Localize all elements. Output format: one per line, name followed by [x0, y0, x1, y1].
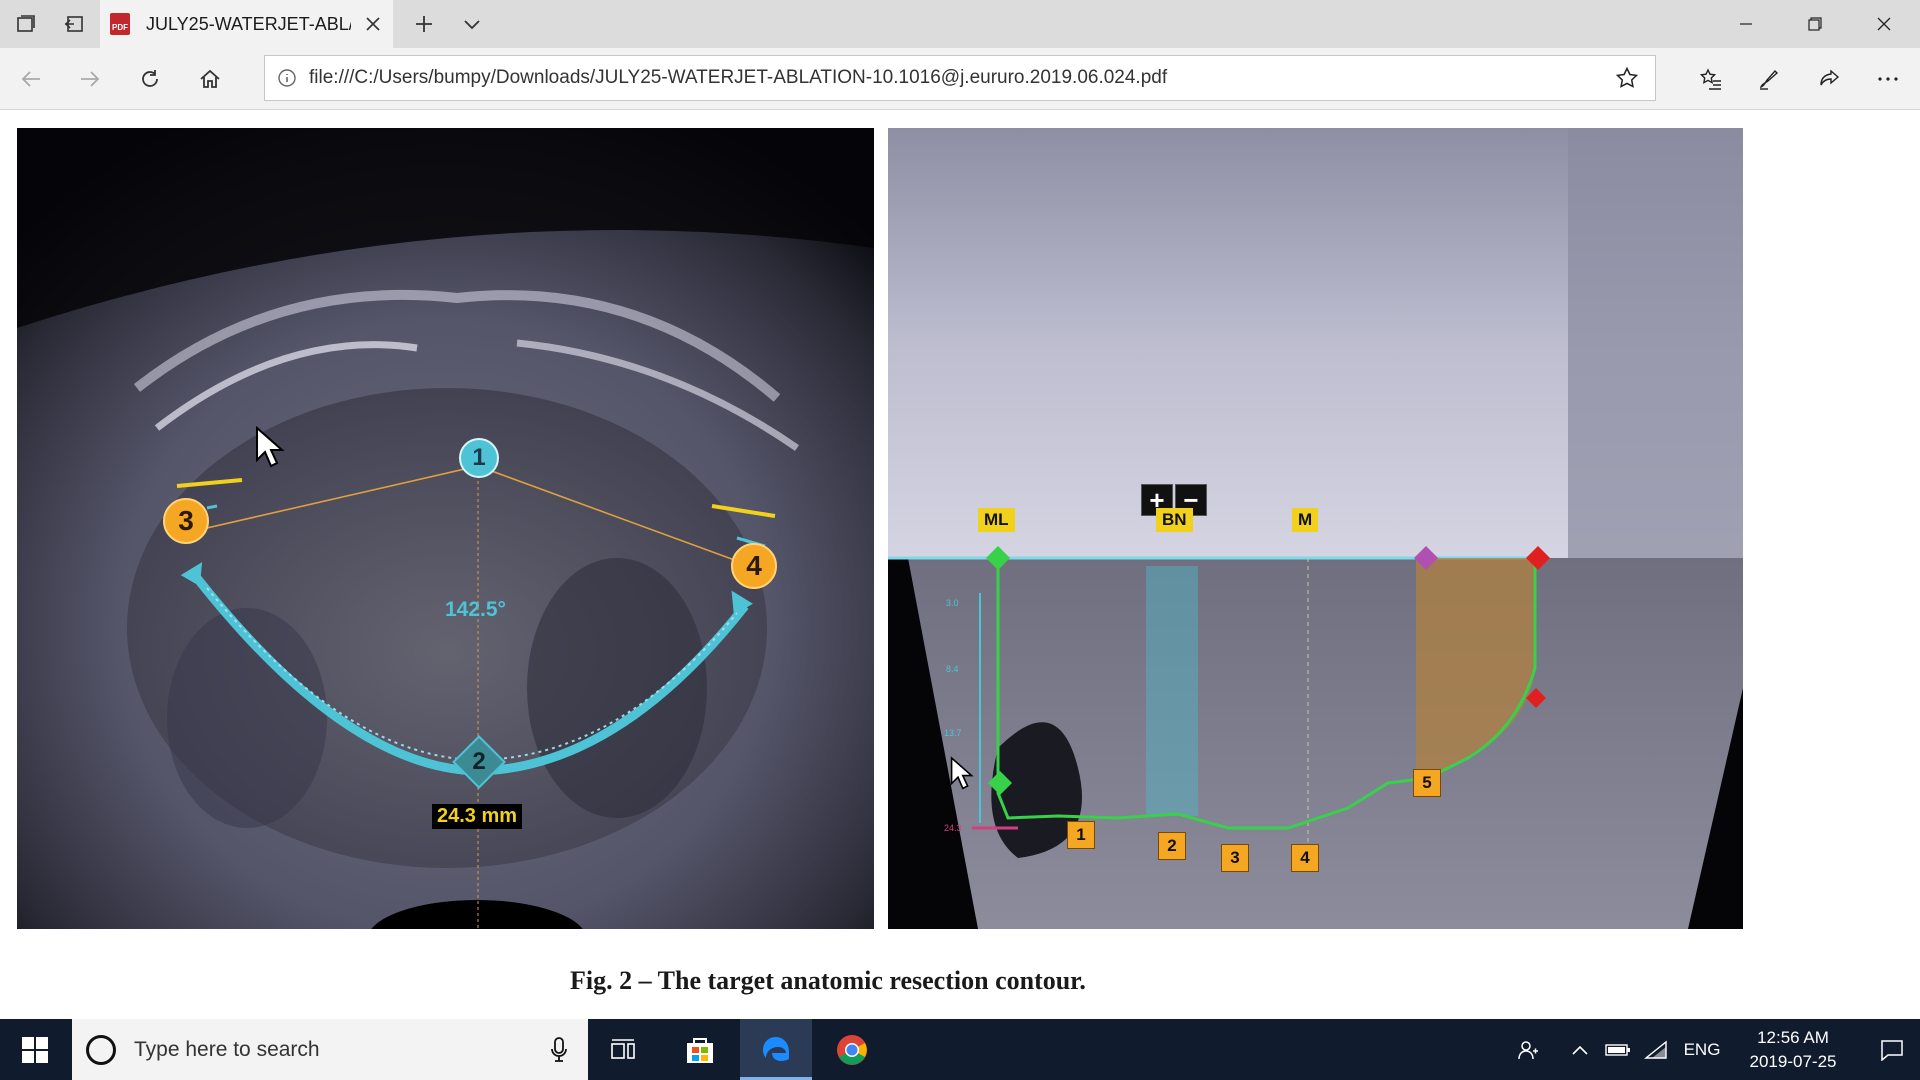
back-icon[interactable] [8, 56, 54, 102]
tab-close-icon[interactable] [361, 12, 385, 36]
ultrasound-sagittal-image: + − ML BN M 3.0 8.4 13.7 24.3 1 2 3 4 5 [888, 128, 1743, 929]
clock-time: 12:56 AM [1757, 1027, 1829, 1047]
marker-2: 2 [472, 748, 486, 775]
battery-icon[interactable] [1600, 1019, 1636, 1080]
step-marker-2: 2 [1158, 832, 1186, 860]
angle-label: 142.5° [445, 598, 506, 621]
taskbar-search-box[interactable]: Type here to search [72, 1019, 588, 1080]
chrome-icon[interactable] [816, 1019, 888, 1080]
tab-title: JULY25-WATERJET-ABL/ [146, 13, 351, 34]
action-center-icon[interactable] [1864, 1019, 1920, 1080]
minimize-icon[interactable] [1712, 0, 1780, 48]
forward-icon[interactable] [67, 56, 113, 102]
set-aside-tabs-icon[interactable] [50, 0, 98, 48]
taskbar: Type here to search ENG 12:56 AM 2019-07… [0, 1019, 1920, 1080]
label-bn: BN [1156, 508, 1193, 532]
title-bar: PDF JULY25-WATERJET-ABL/ [0, 0, 1920, 48]
scale-tick: 13.7 [944, 728, 962, 738]
clock[interactable]: 12:56 AM 2019-07-25 [1728, 1019, 1858, 1080]
scale-tick: 3.0 [946, 598, 959, 608]
favorites-list-icon[interactable] [1688, 56, 1734, 102]
ultrasound-transverse-image: 1 3 4 2 142.5° 24.3 mm [17, 128, 874, 929]
url-text[interactable]: file:///C:/Users/bumpy/Downloads/JULY25-… [309, 67, 1599, 89]
mouse-pointer-icon [256, 426, 285, 468]
pdf-viewer[interactable]: 1 3 4 2 142.5° 24.3 mm + − ML BN M 3.0 8… [0, 111, 1920, 1019]
distance-label: 24.3 mm [432, 804, 523, 829]
figure-caption: Fig. 2 – The target anatomic resection c… [570, 966, 1086, 995]
pdf-icon: PDF [110, 13, 130, 35]
info-icon[interactable] [265, 56, 309, 100]
restore-icon[interactable] [1781, 0, 1849, 48]
step-marker-4: 4 [1291, 844, 1319, 872]
step-marker-1: 1 [1067, 821, 1095, 849]
address-bar[interactable]: file:///C:/Users/bumpy/Downloads/JULY25-… [264, 55, 1656, 101]
marker-3: 3 [163, 498, 209, 544]
marker-1: 1 [459, 438, 499, 478]
search-placeholder: Type here to search [134, 1037, 320, 1061]
microphone-icon[interactable] [550, 1037, 568, 1063]
label-m: M [1292, 508, 1319, 532]
step-marker-5: 5 [1413, 769, 1441, 797]
more-icon[interactable] [1865, 56, 1911, 102]
label-ml: ML [978, 508, 1015, 532]
show-hidden-icons-icon[interactable] [1562, 1019, 1598, 1080]
wifi-icon[interactable] [1638, 1019, 1674, 1080]
task-view-icon[interactable] [588, 1019, 660, 1080]
store-icon[interactable] [664, 1019, 736, 1080]
add-notes-icon[interactable] [1746, 56, 1792, 102]
scale-tick: 24.3 [944, 823, 962, 833]
edge-icon[interactable] [740, 1019, 812, 1080]
close-icon[interactable] [1850, 0, 1918, 48]
tab-previews-icon[interactable] [2, 0, 50, 48]
clock-date: 2019-07-25 [1749, 1051, 1837, 1071]
mouse-pointer-icon [950, 756, 974, 790]
step-marker-3: 3 [1221, 844, 1249, 872]
share-icon[interactable] [1806, 56, 1852, 102]
windows-icon [22, 1036, 48, 1063]
new-tab-icon[interactable] [400, 0, 448, 48]
navigation-bar: file:///C:/Users/bumpy/Downloads/JULY25-… [0, 48, 1920, 110]
start-button[interactable] [0, 1019, 70, 1080]
refresh-icon[interactable] [127, 56, 173, 102]
scale-tick: 8.4 [946, 664, 959, 674]
cortana-icon [86, 1034, 116, 1065]
favorite-star-icon[interactable] [1599, 56, 1655, 100]
tab-pdf-document[interactable]: PDF JULY25-WATERJET-ABL/ [100, 0, 393, 48]
people-icon[interactable] [1508, 1019, 1548, 1080]
home-icon[interactable] [187, 56, 233, 102]
tab-list-icon[interactable] [448, 0, 496, 48]
marker-4: 4 [731, 543, 777, 589]
language-indicator[interactable]: ENG [1680, 1019, 1724, 1080]
